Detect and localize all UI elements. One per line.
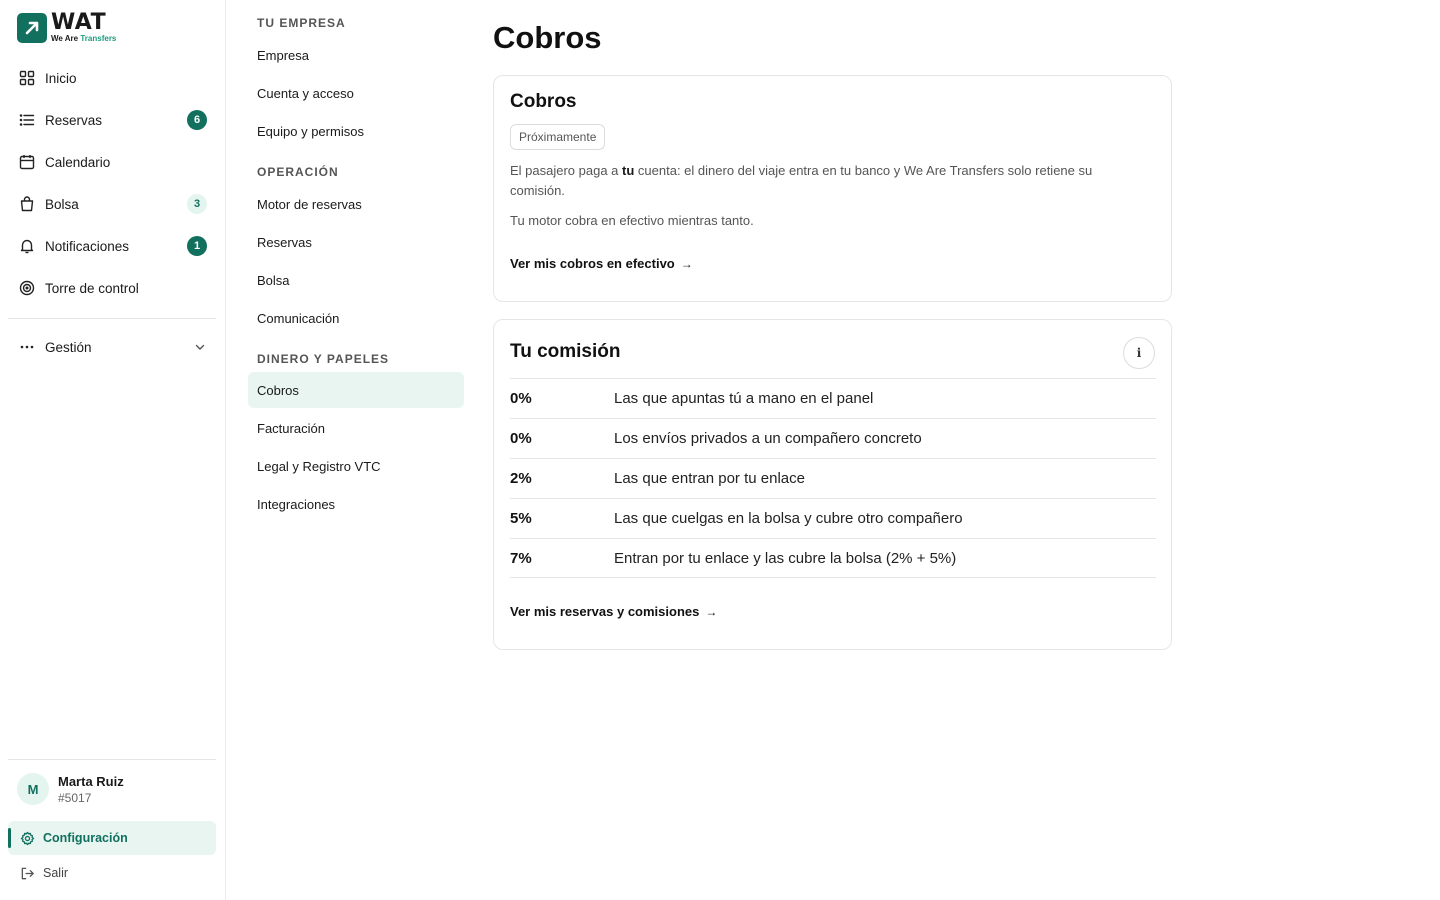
grid-icon <box>19 70 35 86</box>
chevron-down-icon[interactable] <box>194 340 206 358</box>
bottom-divider <box>8 759 216 760</box>
logout-label: Salir <box>43 866 69 880</box>
bell-icon <box>19 238 35 254</box>
nav-item-calendario[interactable]: Calendario <box>8 141 216 183</box>
nav-item-gestion[interactable]: Gestión <box>8 326 216 368</box>
subnav-item-legal-y-registro-vtc[interactable]: Legal y Registro VTC <box>248 448 464 484</box>
info-icon[interactable]: i <box>1123 337 1155 369</box>
arrow-right-icon: → <box>680 256 693 271</box>
brand-logo[interactable]: WAT We Are Transfers <box>17 12 116 43</box>
commission-percent: 5% <box>510 510 532 527</box>
link-label: Ver mis reservas y comisiones <box>510 604 700 619</box>
commission-percent: 2% <box>510 470 532 487</box>
comision-card-title: Tu comisión <box>510 341 621 362</box>
user-name: Marta Ruiz <box>58 773 124 789</box>
nav-label: Notificaciones <box>45 238 130 254</box>
subnav-item-bolsa[interactable]: Bolsa <box>248 262 464 298</box>
subnav-item-cobros[interactable]: Cobros <box>248 372 464 408</box>
link-label: Ver mis cobros en efectivo <box>510 256 675 271</box>
reservas-count-badge: 6 <box>187 110 207 130</box>
comision-card: Tu comisión i 0% Las que apuntas tú a ma… <box>493 319 1172 650</box>
arrow-right-icon: → <box>705 604 718 619</box>
sidebar: WAT We Are Transfers Inicio Reservas 6 C… <box>0 0 226 900</box>
table-row: 7% Entran por tu enlace y las cubre la b… <box>510 538 1156 578</box>
user-profile[interactable]: M Marta Ruiz #5017 <box>17 773 124 805</box>
commission-percent: 0% <box>510 390 532 407</box>
section-title-operacion: OPERACIÓN <box>257 165 339 179</box>
nav-divider <box>8 318 216 319</box>
commission-description: Las que cuelgas en la bolsa y cubre otro… <box>614 510 963 527</box>
subnav-item-facturacion[interactable]: Facturación <box>248 410 464 446</box>
nav-item-torre-de-control[interactable]: Torre de control <box>8 267 216 309</box>
subnav-item-reservas[interactable]: Reservas <box>248 224 464 260</box>
table-row: 2% Las que entran por tu enlace <box>510 458 1156 498</box>
nav-label: Torre de control <box>45 280 139 296</box>
cobros-efectivo-note: Tu motor cobra en efectivo mientras tant… <box>510 213 754 228</box>
nav-label: Calendario <box>45 154 111 170</box>
brand-name: WAT <box>51 10 107 35</box>
nav-label: Gestión <box>45 339 92 355</box>
user-id: #5017 <box>58 790 92 805</box>
commission-table: 0% Las que apuntas tú a mano en el panel… <box>510 378 1156 578</box>
main-nav: Inicio Reservas 6 Calendario Bolsa 3 Not… <box>8 57 216 309</box>
subnav-item-empresa[interactable]: Empresa <box>248 37 464 73</box>
section-title-dinero-y-papeles: DINERO Y PAPELES <box>257 352 390 366</box>
section-title-tu-empresa: TU EMPRESA <box>257 16 346 30</box>
gear-icon <box>19 830 35 846</box>
table-row: 0% Los envíos privados a un compañero co… <box>510 418 1156 458</box>
commission-description: Los envíos privados a un compañero concr… <box>614 430 922 447</box>
config-label: Configuración <box>43 831 128 845</box>
cobros-card-title: Cobros <box>510 91 577 112</box>
avatar: M <box>17 773 49 805</box>
commission-description: Las que apuntas tú a mano en el panel <box>614 390 874 407</box>
proximamente-badge: Próximamente <box>510 124 606 150</box>
subnav-item-cuenta-y-acceso[interactable]: Cuenta y acceso <box>248 75 464 111</box>
page-title: Cobros <box>493 20 602 55</box>
bag-icon <box>19 196 35 212</box>
logout-icon <box>19 865 35 881</box>
nav-item-notificaciones[interactable]: Notificaciones 1 <box>8 225 216 267</box>
arrow-up-right-icon <box>17 12 47 43</box>
brand-tagline-a: We Are <box>51 34 79 43</box>
ver-cobros-efectivo-link[interactable]: Ver mis cobros en efectivo → <box>510 256 693 271</box>
more-dots-icon <box>19 339 35 355</box>
configuracion-button[interactable]: Configuración <box>8 821 216 855</box>
nav-item-bolsa[interactable]: Bolsa 3 <box>8 183 216 225</box>
bolsa-count-badge: 3 <box>187 194 207 214</box>
notificaciones-count-badge: 1 <box>187 236 207 256</box>
cobros-description: El pasajero paga a tu cuenta: el dinero … <box>510 163 1093 198</box>
subnav-item-comunicacion[interactable]: Comunicación <box>248 300 464 336</box>
nav-label: Reservas <box>45 112 103 128</box>
logout-button[interactable]: Salir <box>8 861 216 885</box>
nav-item-reservas[interactable]: Reservas 6 <box>8 99 216 141</box>
table-row: 5% Las que cuelgas en la bolsa y cubre o… <box>510 498 1156 538</box>
commission-percent: 7% <box>510 549 532 567</box>
subnav-item-integraciones[interactable]: Integraciones <box>248 486 464 522</box>
subnav-item-equipo-y-permisos[interactable]: Equipo y permisos <box>248 113 464 149</box>
nav-item-inicio[interactable]: Inicio <box>8 57 216 99</box>
calendar-icon <box>19 154 35 170</box>
subnav-item-motor-de-reservas[interactable]: Motor de reservas <box>248 186 464 222</box>
brand-tagline-b: Transfers <box>80 34 117 43</box>
ver-reservas-comisiones-link[interactable]: Ver mis reservas y comisiones → <box>510 604 717 619</box>
commission-description: Entran por tu enlace y las cubre la bols… <box>614 549 957 567</box>
commission-description: Las que entran por tu enlace <box>614 470 805 487</box>
table-row: 0% Las que apuntas tú a mano en el panel <box>510 378 1156 418</box>
cobros-card: Cobros Próximamente El pasajero paga a t… <box>493 75 1172 302</box>
list-icon <box>19 112 35 128</box>
target-icon <box>19 280 35 296</box>
nav-label: Inicio <box>45 70 77 86</box>
nav-label: Bolsa <box>45 196 79 212</box>
commission-percent: 0% <box>510 430 532 447</box>
